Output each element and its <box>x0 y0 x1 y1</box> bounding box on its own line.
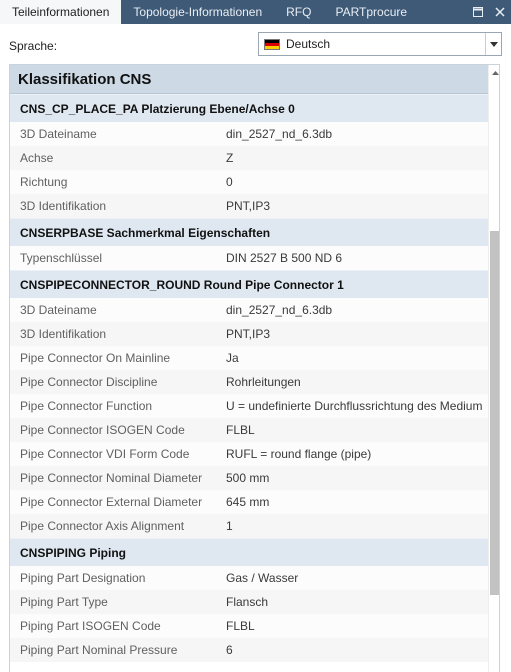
property-key: Piping Part Designation <box>20 571 146 585</box>
panel-title: Klassifikation CNS <box>10 65 488 94</box>
property-row[interactable]: Piping Part Designation Gas / Wasser <box>10 566 488 590</box>
group-rows: Piping Part Designation Gas / Wasser Pipi… <box>10 566 488 662</box>
property-value: Z <box>226 151 234 165</box>
property-key: Pipe Connector On Mainline <box>20 351 171 365</box>
property-row[interactable]: 3D Identifikation PNT,IP3 <box>10 322 488 346</box>
property-value: FLBL <box>226 423 255 437</box>
property-row[interactable]: 3D Identifikation PNT,IP3 <box>10 194 488 218</box>
property-key: 3D Dateiname <box>20 303 97 317</box>
vertical-scrollbar[interactable] <box>488 65 499 672</box>
language-selected-value: Deutsch <box>286 37 331 51</box>
property-key: 3D Identifikation <box>20 199 107 213</box>
property-key: Piping Part ISOGEN Code <box>20 619 161 633</box>
tab-partprocure[interactable]: PARTprocure <box>323 0 419 24</box>
property-row[interactable]: 3D Dateiname din_2527_nd_6.3db <box>10 122 488 146</box>
property-value: din_2527_nd_6.3db <box>226 127 333 141</box>
property-value: 6 <box>226 643 233 657</box>
property-value: Flansch <box>226 595 269 609</box>
property-value: Rohrleitungen <box>226 375 301 389</box>
property-value: PNT,IP3 <box>226 327 271 341</box>
property-key: Pipe Connector External Diameter <box>20 495 203 509</box>
window-restore-icon[interactable] <box>467 0 489 24</box>
property-row[interactable]: Typenschlüssel DIN 2527 B 500 ND 6 <box>10 246 488 270</box>
property-key: Pipe Connector Discipline <box>20 375 158 389</box>
property-value: 0 <box>226 175 233 189</box>
property-key: 3D Dateiname <box>20 127 97 141</box>
property-key: 3D Identifikation <box>20 327 107 341</box>
language-row: Sprache: Deutsch <box>0 24 511 64</box>
property-row[interactable]: Pipe Connector External Diameter 645 mm <box>10 490 488 514</box>
property-row[interactable]: Pipe Connector Nominal Diameter 500 mm <box>10 466 488 490</box>
tab-teileinformationen[interactable]: Teileinformationen <box>0 0 122 24</box>
property-row[interactable]: Piping Part Nominal Pressure 6 <box>10 638 488 662</box>
group-rows: 3D Dateiname din_2527_nd_6.3db 3D Identif… <box>10 298 488 538</box>
property-key: Richtung <box>20 175 68 189</box>
close-icon[interactable] <box>489 0 511 24</box>
property-key: Piping Part Nominal Pressure <box>20 643 178 657</box>
window-controls <box>467 0 511 24</box>
property-value: FLBL <box>226 619 255 633</box>
property-value: Ja <box>226 351 239 365</box>
property-key: Pipe Connector Function <box>20 399 153 413</box>
group-header[interactable]: CNS_CP_PLACE_PA Platzierung Ebene/Achse … <box>10 94 488 122</box>
language-select[interactable]: Deutsch <box>258 32 502 56</box>
language-label: Sprache: <box>9 39 58 53</box>
property-key: Pipe Connector Axis Alignment <box>20 519 185 533</box>
group-rows: 3D Dateiname din_2527_nd_6.3db Achse Z Ric… <box>10 122 488 218</box>
properties-panel: Klassifikation CNS CNS_CP_PLACE_PA Platz… <box>9 64 500 672</box>
property-row[interactable]: Piping Part Type Flansch <box>10 590 488 614</box>
chevron-down-icon[interactable] <box>485 33 501 55</box>
group-rows: Typenschlüssel DIN 2527 B 500 ND 6 <box>10 246 488 270</box>
scrollbar-thumb[interactable] <box>490 231 499 595</box>
property-value: 645 mm <box>226 495 270 509</box>
property-row[interactable]: Pipe Connector VDI Form Code RUFL = round… <box>10 442 488 466</box>
property-value: Gas / Wasser <box>226 571 299 585</box>
property-value: 500 mm <box>226 471 270 485</box>
property-key: Pipe Connector ISOGEN Code <box>20 423 185 437</box>
property-key: Achse <box>20 151 54 165</box>
property-row[interactable]: Richtung 0 <box>10 170 488 194</box>
property-value: 1 <box>226 519 233 533</box>
property-key: Typenschlüssel <box>20 251 103 265</box>
property-row[interactable]: Piping Part ISOGEN Code FLBL <box>10 614 488 638</box>
property-row[interactable]: Pipe Connector ISOGEN Code FLBL <box>10 418 488 442</box>
tab-bar: Teileinformationen Topologie-Information… <box>0 0 511 24</box>
property-row[interactable]: Pipe Connector Discipline Rohrleitungen <box>10 370 488 394</box>
tab-rfq[interactable]: RFQ <box>274 0 323 24</box>
property-row[interactable]: Achse Z <box>10 146 488 170</box>
germany-flag-icon <box>264 38 280 50</box>
property-row[interactable]: Pipe Connector On Mainline Ja <box>10 346 488 370</box>
group-header[interactable]: CNSPIPECONNECTOR_ROUND Round Pipe Connec… <box>10 270 488 298</box>
group-header[interactable]: CNSERPBASE Sachmerkmal Eigenschaften <box>10 218 488 246</box>
properties-content: Klassifikation CNS CNS_CP_PLACE_PA Platz… <box>10 65 488 662</box>
scroll-up-arrow-icon[interactable] <box>489 65 499 81</box>
property-value: DIN 2527 B 500 ND 6 <box>226 251 343 265</box>
property-value: din_2527_nd_6.3db <box>226 303 333 317</box>
property-row[interactable]: Pipe Connector Function U = undefinierte … <box>10 394 488 418</box>
property-key: Pipe Connector VDI Form Code <box>20 447 190 461</box>
property-row[interactable]: Pipe Connector Axis Alignment 1 <box>10 514 488 538</box>
property-value: PNT,IP3 <box>226 199 271 213</box>
property-key: Piping Part Type <box>20 595 108 609</box>
property-row[interactable]: 3D Dateiname din_2527_nd_6.3db <box>10 298 488 322</box>
property-value: U = undefinierte Durchflussrichtung des … <box>226 399 483 413</box>
group-header[interactable]: CNSPIPING Piping <box>10 538 488 566</box>
tab-topologie-informationen[interactable]: Topologie-Informationen <box>121 0 274 24</box>
property-value: RUFL = round flange (pipe) <box>226 447 372 461</box>
property-key: Pipe Connector Nominal Diameter <box>20 471 203 485</box>
